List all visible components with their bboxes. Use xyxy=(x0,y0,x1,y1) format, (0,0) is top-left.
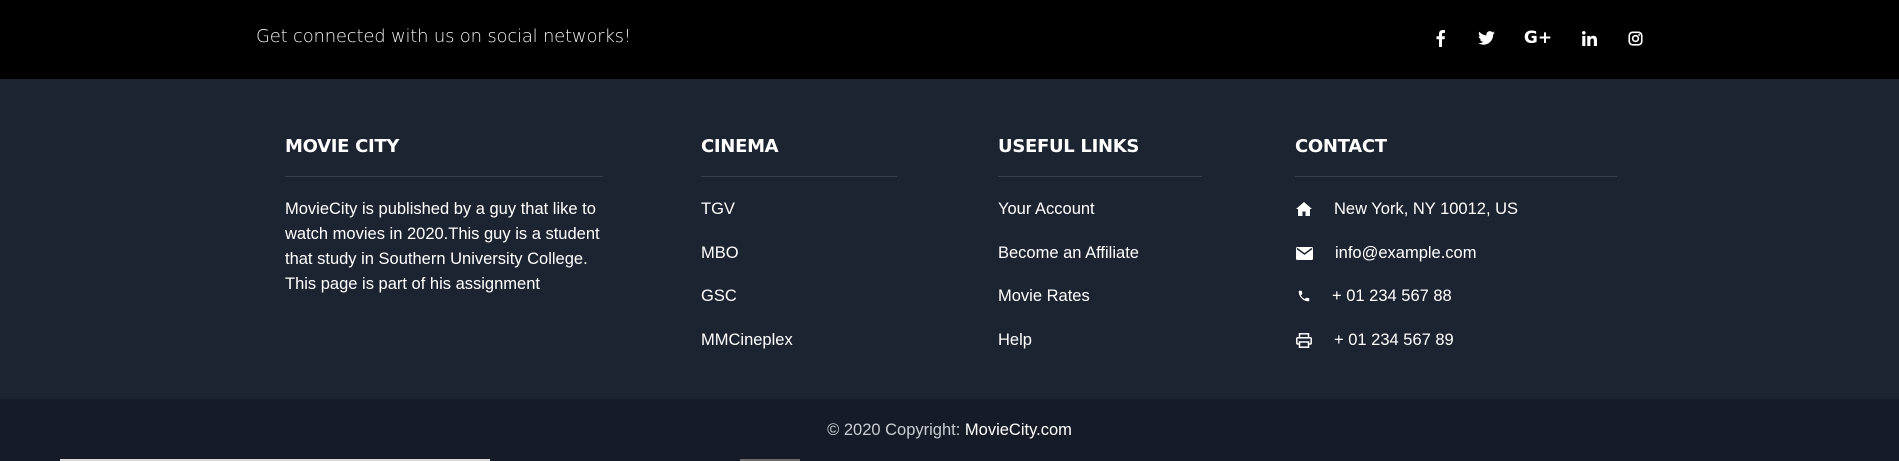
cinema-link-gsc[interactable]: GSC xyxy=(701,286,737,306)
about-divider xyxy=(285,176,603,177)
contact-phone-row: + 01 234 567 88 xyxy=(1295,286,1452,306)
print-icon xyxy=(1295,331,1313,349)
social-bar: Get connected with us on social networks… xyxy=(0,0,1899,79)
contact-title: CONTACT xyxy=(1295,136,1387,157)
copyright-prefix: © 2020 Copyright: xyxy=(827,421,965,439)
link-your-account[interactable]: Your Account xyxy=(998,199,1095,219)
cinema-title: CINEMA xyxy=(701,136,779,157)
instagram-icon[interactable] xyxy=(1626,24,1644,52)
footer-main: MOVIE CITY MovieCity is published by a g… xyxy=(0,79,1899,399)
cinema-link-mmcineplex[interactable]: MMCineplex xyxy=(701,330,793,350)
linkedin-icon[interactable] xyxy=(1580,24,1598,52)
copyright-bar: © 2020 Copyright: MovieCity.com xyxy=(0,399,1899,461)
facebook-icon[interactable] xyxy=(1432,24,1448,52)
contact-divider xyxy=(1295,176,1617,177)
social-icons: G+ xyxy=(0,24,1899,52)
useful-links-divider xyxy=(998,176,1202,177)
link-help[interactable]: Help xyxy=(998,330,1032,350)
link-become-affiliate[interactable]: Become an Affiliate xyxy=(998,243,1139,263)
contact-address: New York, NY 10012, US xyxy=(1334,200,1519,218)
about-text: MovieCity is published by a guy that lik… xyxy=(285,200,600,293)
contact-phone: + 01 234 567 88 xyxy=(1332,287,1452,305)
contact-address-row: New York, NY 10012, US xyxy=(1295,199,1518,219)
copyright: © 2020 Copyright: MovieCity.com xyxy=(0,421,1899,440)
link-movie-rates[interactable]: Movie Rates xyxy=(998,286,1090,306)
brand-link[interactable]: MovieCity.com xyxy=(965,421,1072,439)
contact-email[interactable]: info@example.com xyxy=(1335,243,1476,263)
contact-fax: + 01 234 567 89 xyxy=(1334,331,1454,349)
about-title: MOVIE CITY xyxy=(285,136,400,157)
home-icon xyxy=(1295,200,1313,218)
cinema-link-tgv[interactable]: TGV xyxy=(701,199,735,219)
useful-links-title: USEFUL LINKS xyxy=(998,136,1140,157)
contact-fax-row: + 01 234 567 89 xyxy=(1295,330,1454,350)
contact-email-row: info@example.com xyxy=(1295,243,1476,263)
cinema-link-mbo[interactable]: MBO xyxy=(701,243,739,263)
twitter-icon[interactable] xyxy=(1476,24,1496,52)
envelope-icon xyxy=(1295,244,1313,262)
phone-icon xyxy=(1295,287,1313,305)
google-plus-icon[interactable]: G+ xyxy=(1524,24,1552,52)
cinema-divider xyxy=(701,176,897,177)
